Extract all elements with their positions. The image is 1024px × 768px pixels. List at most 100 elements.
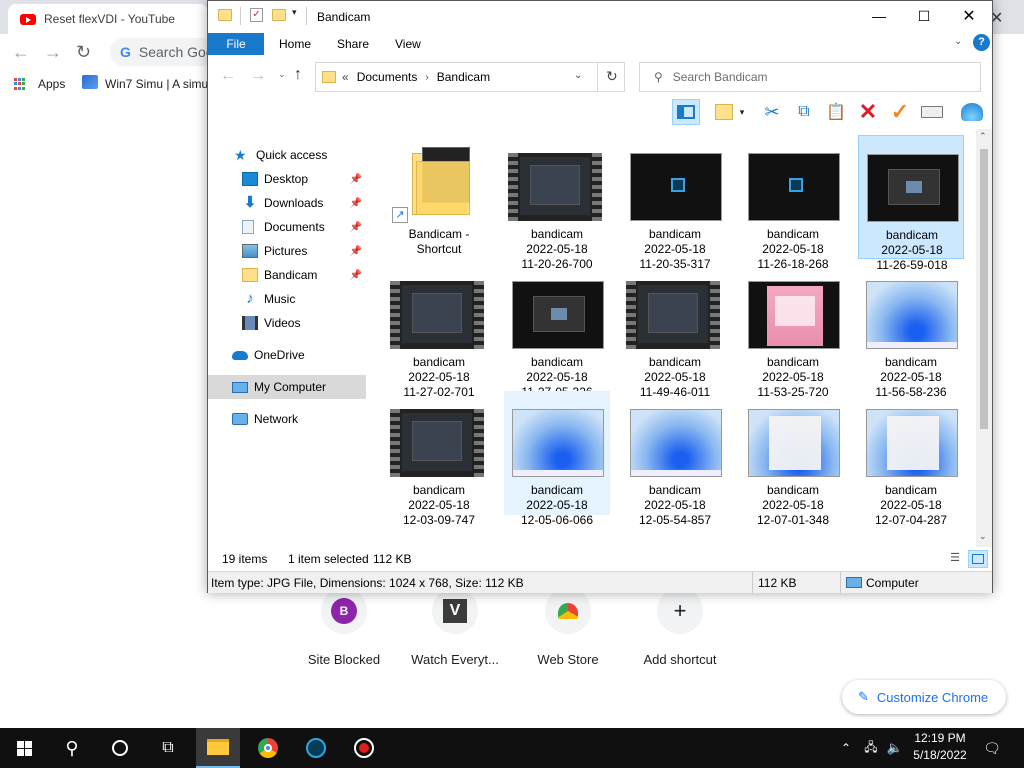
file-explorer-taskbar-icon[interactable] — [196, 728, 240, 768]
back-icon[interactable]: ← — [220, 67, 236, 85]
network-tray-icon[interactable]: 🖧 — [860, 728, 882, 768]
delete-icon[interactable]: ✕ — [854, 99, 882, 125]
file-item[interactable]: bandicam 2022-05-18 11-26-59-018 — [858, 135, 964, 272]
apps-grid-icon[interactable] — [14, 78, 26, 90]
notifications-icon[interactable]: 🗨 — [978, 728, 1006, 768]
cut-icon[interactable]: ✂ — [758, 99, 786, 125]
address-bar[interactable]: « Documents › Bandicam ⌄ ↻ — [315, 62, 625, 92]
file-item[interactable]: bandicam 2022-05-18 11-20-26-700 — [504, 135, 610, 271]
pin-icon[interactable]: 📌 — [350, 174, 362, 185]
tab-home[interactable]: Home — [269, 33, 321, 55]
rename-check-icon[interactable]: ✓ — [886, 99, 914, 125]
file-item[interactable]: bandicam 2022-05-18 12-05-54-857 — [622, 391, 728, 527]
file-item[interactable]: bandicam 2022-05-18 11-27-02-701 — [386, 263, 492, 399]
help-icon[interactable]: ? — [973, 34, 990, 51]
chevron-right-icon[interactable]: › — [425, 72, 428, 83]
task-view-icon[interactable]: ⧉ — [146, 728, 190, 768]
dropdown-icon[interactable]: ▾ — [736, 99, 748, 125]
customize-chrome-button[interactable]: ✎ Customize Chrome — [842, 680, 1006, 714]
file-name: bandicam 2022-05-18 12-07-01-348 — [740, 483, 846, 528]
breadcrumb-overflow[interactable]: « — [342, 70, 349, 84]
back-icon[interactable]: ← — [12, 42, 30, 63]
qa-dropdown-icon[interactable]: ▾ — [292, 7, 297, 18]
close-icon[interactable]: ✕ — [946, 1, 992, 31]
up-icon[interactable]: ↑ — [294, 66, 302, 84]
address-dropdown-icon[interactable]: ⌄ — [574, 70, 582, 81]
nav-onedrive[interactable]: OneDrive — [208, 343, 366, 367]
file-item[interactable]: ↗ Bandicam - Shortcut — [386, 135, 492, 259]
shortcut-web-store[interactable]: Web Store — [518, 588, 618, 667]
reload-icon[interactable]: ↻ — [76, 42, 91, 63]
nav-quick-access[interactable]: ★ Quick access — [208, 143, 366, 167]
large-icons-view-icon[interactable] — [968, 550, 988, 568]
file-item[interactable]: bandicam 2022-05-18 11-49-46-011 — [622, 263, 728, 399]
nav-pictures[interactable]: Pictures 📌 — [208, 239, 366, 263]
search-box[interactable]: ⚲ Search Bandicam — [639, 62, 981, 92]
tab-share[interactable]: Share — [327, 33, 379, 55]
file-item[interactable]: bandicam2022-05-1811-27-05-326 — [504, 263, 610, 399]
nav-network[interactable]: Network — [208, 407, 366, 431]
pin-icon[interactable]: 📌 — [350, 270, 362, 281]
scroll-thumb[interactable] — [980, 149, 988, 429]
shortcut-watch[interactable]: V Watch Everyt... — [405, 588, 505, 667]
browser-tab[interactable]: Reset flexVDI - YouTube — [8, 4, 208, 34]
ribbon-expand-icon[interactable]: ⌄ — [954, 36, 962, 47]
shortcut-site-blocked[interactable]: B Site Blocked — [294, 588, 394, 667]
bandicam-taskbar-icon[interactable] — [342, 728, 386, 768]
shortcut-add[interactable]: + Add shortcut — [630, 588, 730, 667]
chrome-taskbar-icon[interactable] — [246, 728, 290, 768]
scroll-down-icon[interactable]: ⌄ — [979, 531, 987, 542]
copy-icon[interactable]: ⧉ — [790, 99, 818, 125]
forward-icon[interactable]: → — [44, 42, 62, 63]
new-folder-icon[interactable] — [272, 9, 286, 21]
pin-icon[interactable]: 📌 — [350, 246, 362, 257]
nav-music[interactable]: ♪ Music — [208, 287, 366, 311]
label-icon[interactable] — [918, 99, 946, 125]
breadcrumb-documents[interactable]: Documents — [357, 70, 418, 84]
file-name-line1: bandicam — [884, 355, 938, 369]
file-name-line1: bandicam — [766, 227, 820, 241]
scroll-up-icon[interactable]: ⌃ — [979, 131, 987, 142]
preview-pane-icon[interactable] — [672, 99, 700, 125]
app-taskbar-icon[interactable] — [294, 728, 338, 768]
cortana-icon[interactable] — [98, 728, 142, 768]
refresh-icon[interactable]: ↻ — [606, 68, 618, 85]
start-button[interactable] — [4, 728, 44, 768]
vertical-scrollbar[interactable]: ⌃ ⌄ — [976, 129, 992, 547]
details-view-icon[interactable]: ☰ — [946, 551, 964, 567]
file-item[interactable]: bandicam 2022-05-18 11-20-35-317 — [622, 135, 728, 271]
pin-icon[interactable]: 📌 — [350, 198, 362, 209]
file-item[interactable]: bandicam 2022-05-18 12-03-09-747 — [386, 391, 492, 527]
breadcrumb-bandicam[interactable]: Bandicam — [437, 70, 490, 84]
nav-videos[interactable]: Videos — [208, 311, 366, 335]
pin-icon[interactable]: 📌 — [350, 222, 362, 233]
forward-icon[interactable]: → — [250, 67, 266, 85]
shell-icon[interactable] — [958, 99, 986, 125]
file-item[interactable]: bandicam 2022-05-18 12-07-01-348 — [740, 391, 846, 527]
file-item[interactable]: bandicam 2022-05-18 11-26-18-268 — [740, 135, 846, 271]
search-icon[interactable]: ⚲ — [50, 728, 94, 768]
file-item[interactable]: bandicam 2022-05-18 11-56-58-236 — [858, 263, 964, 399]
nav-my-computer[interactable]: My Computer — [208, 375, 366, 399]
bookmark-apps[interactable]: Apps — [38, 77, 65, 91]
recent-dropdown-icon[interactable]: ⌄ — [278, 69, 286, 80]
minimize-icon[interactable]: — — [856, 1, 902, 31]
tab-title: Reset flexVDI - YouTube — [44, 12, 175, 26]
nav-documents[interactable]: Documents 📌 — [208, 215, 366, 239]
tab-file[interactable]: File — [208, 33, 264, 55]
maximize-icon[interactable]: ☐ — [901, 1, 947, 31]
file-item[interactable]: bandicam 2022-05-18 12-07-04-287 — [858, 391, 964, 527]
file-item[interactable]: bandicam 2022-05-18 12-05-06-066 — [504, 391, 610, 527]
properties-icon[interactable]: ✓ — [250, 8, 263, 22]
nav-bandicam[interactable]: Bandicam 📌 — [208, 263, 366, 287]
nav-downloads[interactable]: ⬇ Downloads 📌 — [208, 191, 366, 215]
file-item[interactable]: bandicam 2022-05-18 11-53-25-720 — [740, 263, 846, 399]
paste-icon[interactable]: 📋 — [822, 99, 850, 125]
bookmark-win7[interactable]: Win7 Simu | A simu — [105, 77, 208, 91]
clock[interactable]: 12:19 PM 5/18/2022 — [900, 730, 980, 764]
properties-icon[interactable] — [710, 99, 738, 125]
tab-view[interactable]: View — [385, 33, 431, 55]
tray-chevron-icon[interactable]: ⌃ — [836, 728, 856, 768]
details-location: Computer — [866, 576, 919, 590]
nav-desktop[interactable]: Desktop 📌 — [208, 167, 366, 191]
